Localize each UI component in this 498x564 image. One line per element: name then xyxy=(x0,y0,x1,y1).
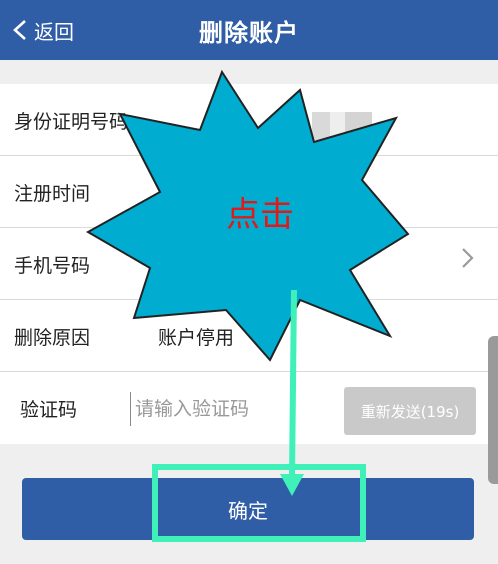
delete-reason-value: 账户停用 xyxy=(158,326,235,349)
top-spacer xyxy=(0,60,498,84)
chevron-right-icon xyxy=(462,248,474,268)
annotation-text: 点击 xyxy=(226,194,294,235)
masked-id-value xyxy=(312,112,372,140)
row-phone: 手机号码 xyxy=(0,228,498,300)
registration-time-label: 注册时间 xyxy=(14,182,91,205)
verification-code-label: 验证码 xyxy=(20,398,78,421)
confirm-button[interactable]: 确定 xyxy=(22,478,474,540)
row-delete-reason[interactable]: 删除原因 账户停用 xyxy=(0,300,498,372)
delete-reason-label: 删除原因 xyxy=(14,326,91,349)
page-title: 删除账户 xyxy=(199,18,299,47)
phone-label: 手机号码 xyxy=(14,254,91,277)
header-bar: 返回 删除账户 xyxy=(0,0,498,60)
row-id-number: 身份证明号码 xyxy=(0,84,498,156)
resend-code-button[interactable]: 重新发送(19s) xyxy=(344,387,476,435)
verification-code-input[interactable] xyxy=(130,392,337,426)
scrollbar[interactable] xyxy=(488,336,498,484)
id-number-label: 身份证明号码 xyxy=(14,110,129,133)
